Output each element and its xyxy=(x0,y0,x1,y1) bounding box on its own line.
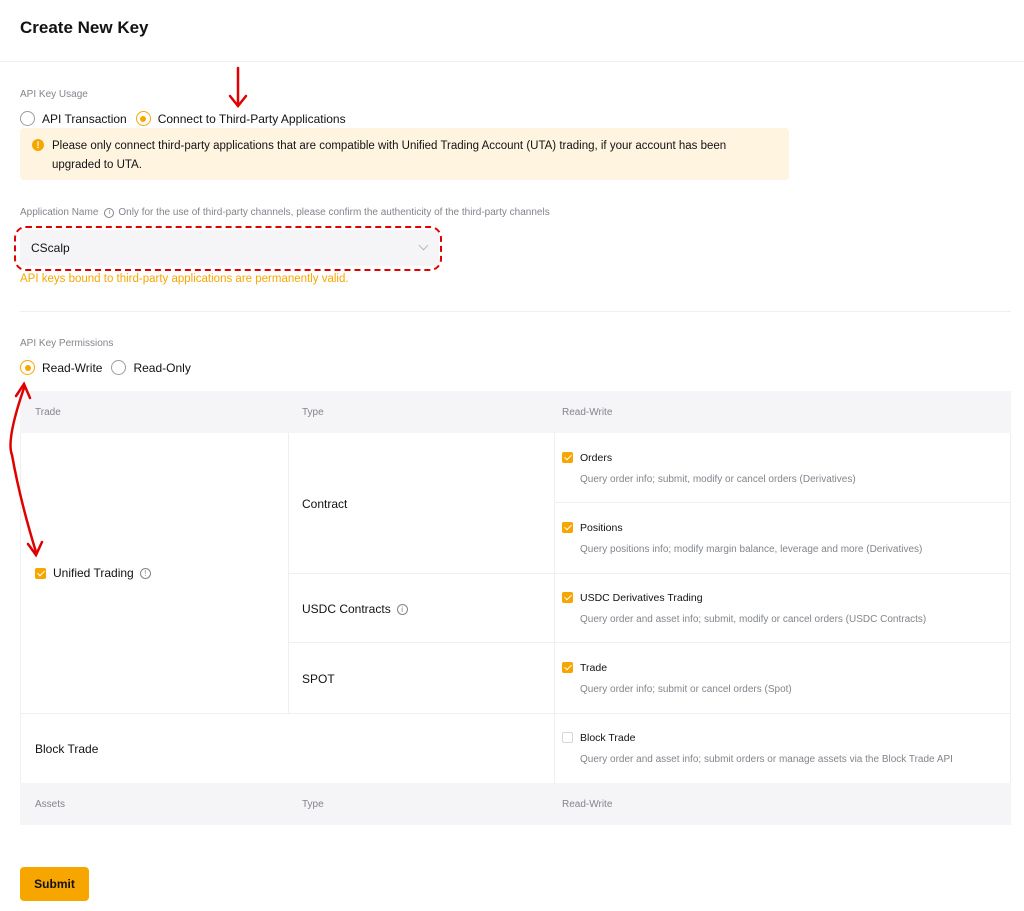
row-line-contract xyxy=(288,573,1010,574)
spot-trade-checkbox[interactable] xyxy=(562,662,573,673)
table-left-border xyxy=(20,433,21,825)
trade-table-header: Trade Type Read-Write xyxy=(20,391,1011,433)
header-divider xyxy=(0,61,1024,62)
spot-trade-title: Trade xyxy=(580,662,608,674)
positions-title: Positions xyxy=(580,522,623,534)
usdc-derivatives-title: USDC Derivatives Trading xyxy=(580,592,703,604)
block-trade-checkbox[interactable] xyxy=(562,732,573,743)
chevron-down-icon xyxy=(418,240,429,251)
header-assets-type: Type xyxy=(302,799,324,810)
block-trade-label: Block Trade xyxy=(35,742,99,756)
radio-read-only[interactable] xyxy=(111,360,127,375)
notice-line-1: Please only connect third-party applicat… xyxy=(52,140,727,152)
unified-trading-label: Unified Trading! xyxy=(53,566,151,580)
radio-label-read-write[interactable]: Read-Write xyxy=(42,361,102,375)
block-trade-title: Block Trade xyxy=(580,732,636,744)
annotation-arrow-down xyxy=(228,66,248,109)
positions-checkbox[interactable] xyxy=(562,522,573,533)
header-type: Type xyxy=(302,407,324,418)
submit-button[interactable]: Submit xyxy=(20,867,89,901)
col-divider-perm xyxy=(554,433,555,783)
usdc-derivatives-desc: Query order and asset info; submit, modi… xyxy=(580,614,927,625)
row-line-usdc xyxy=(288,642,1010,643)
uta-notice: ! Please only connect third-party applic… xyxy=(20,128,789,180)
api-key-permissions-label: API Key Permissions xyxy=(20,338,114,349)
spot-trade-desc: Query order info; submit or cancel order… xyxy=(580,684,792,695)
permanent-validity-warning: API keys bound to third-party applicatio… xyxy=(20,273,349,285)
radio-read-write[interactable] xyxy=(20,360,35,375)
page-title: Create New Key xyxy=(20,18,149,37)
radio-label-read-only[interactable]: Read-Only xyxy=(133,361,190,375)
exclamation-icon: ! xyxy=(32,139,44,151)
type-usdc-contracts: USDC Contracts i xyxy=(302,602,408,616)
orders-title: Orders xyxy=(580,452,613,464)
notice-line-2: upgraded to UTA. xyxy=(52,159,142,171)
block-trade-desc: Query order and asset info; submit order… xyxy=(580,754,953,765)
row-line-orders-positions xyxy=(555,502,1010,503)
radio-third-party[interactable] xyxy=(135,111,151,126)
permissions-radio-group: Read-Write Read-Only xyxy=(20,360,200,375)
type-spot: SPOT xyxy=(302,672,335,686)
orders-checkbox[interactable] xyxy=(562,452,573,463)
application-select-value: CScalp xyxy=(31,241,70,255)
positions-desc: Query positions info; modify margin bala… xyxy=(580,544,923,555)
table-right-border xyxy=(1010,433,1011,825)
application-name-label: Application Name xyxy=(20,207,99,218)
orders-desc: Query order info; submit, modify or canc… xyxy=(580,474,856,485)
header-read-write: Read-Write xyxy=(562,407,613,418)
type-contract: Contract xyxy=(302,497,348,511)
header-assets-read-write: Read-Write xyxy=(562,799,613,810)
radio-label-api-transaction[interactable]: API Transaction xyxy=(42,112,127,126)
application-select[interactable]: CScalp xyxy=(20,230,439,266)
info-icon: ! xyxy=(139,568,151,580)
application-name-hint: Only for the use of third-party channels… xyxy=(118,207,550,218)
info-icon: i xyxy=(104,207,115,218)
radio-api-transaction[interactable] xyxy=(20,111,35,126)
header-trade: Trade xyxy=(35,407,61,418)
info-icon: i xyxy=(396,604,408,616)
radio-label-third-party[interactable]: Connect to Third-Party Applications xyxy=(158,112,346,126)
application-name-row: Application Name i Only for the use of t… xyxy=(20,207,550,218)
section-divider xyxy=(20,311,1011,312)
api-key-usage-radio-group: API Transaction Connect to Third-Party A… xyxy=(20,111,355,126)
row-line-spot xyxy=(20,713,1010,714)
usdc-derivatives-checkbox[interactable] xyxy=(562,592,573,603)
unified-trading-checkbox[interactable] xyxy=(35,568,46,579)
header-assets: Assets xyxy=(35,799,66,810)
assets-table-header: Assets Type Read-Write xyxy=(20,783,1011,825)
api-key-usage-label: API Key Usage xyxy=(20,89,88,100)
